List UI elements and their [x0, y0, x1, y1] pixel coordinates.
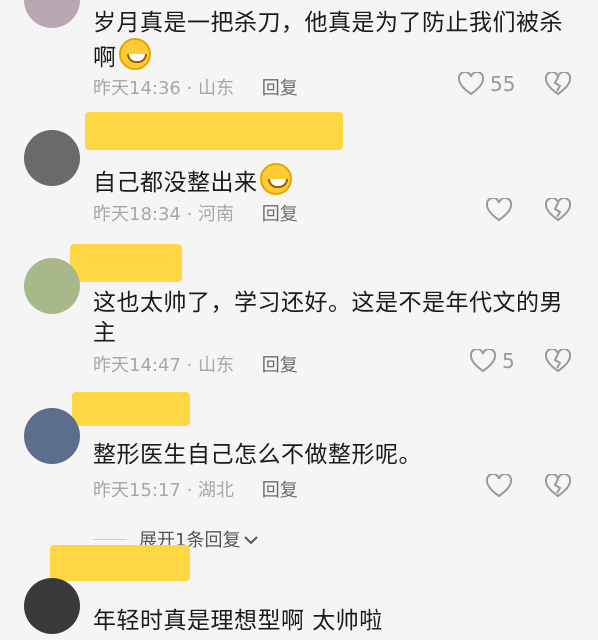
comment-meta: 昨天18:34 · 河南 回复 — [93, 204, 298, 225]
broken-heart-icon — [545, 474, 571, 498]
username-redaction — [70, 244, 182, 282]
dislike-button[interactable] — [545, 474, 571, 498]
comment-time: 昨天14:36 — [93, 78, 181, 99]
heart-outline-icon — [458, 72, 484, 96]
like-button[interactable]: 5 — [470, 349, 515, 373]
comment-text: 整形医生自己怎么不做整形呢。 — [93, 442, 422, 468]
like-button[interactable] — [486, 198, 518, 222]
dislike-button[interactable] — [545, 349, 571, 373]
username-redaction — [85, 112, 343, 150]
reply-button[interactable]: 回复 — [262, 355, 298, 376]
heart-outline-icon — [486, 474, 512, 498]
dislike-button[interactable] — [545, 198, 571, 222]
comment-location: 湖北 — [198, 480, 235, 501]
like-count: 5 — [502, 349, 515, 373]
comment-time: 昨天15:17 — [93, 480, 181, 501]
reply-button[interactable]: 回复 — [262, 78, 298, 99]
broken-heart-icon — [545, 349, 571, 373]
dislike-button[interactable] — [545, 72, 571, 96]
comment-location: 河南 — [198, 204, 235, 225]
broken-heart-icon — [545, 198, 571, 222]
avatar[interactable] — [24, 130, 80, 186]
comment-meta: 昨天14:36 · 山东 回复 — [93, 78, 298, 99]
comment-text: 自己都没整出来 — [93, 163, 573, 198]
heart-outline-icon — [470, 349, 496, 373]
comment-location: 山东 — [198, 78, 235, 99]
like-count: 55 — [490, 72, 516, 96]
comment-meta: 昨天14:47 · 山东 回复 — [93, 355, 298, 376]
broken-heart-icon — [545, 72, 571, 96]
comment-time: 昨天14:47 — [93, 355, 181, 376]
grinning-emoji-icon — [259, 163, 292, 195]
heart-outline-icon — [486, 198, 512, 222]
comment-location: 山东 — [198, 355, 235, 376]
comment-text: 年轻时真是理想型啊 太帅啦 — [93, 608, 383, 634]
avatar[interactable] — [24, 408, 80, 464]
divider — [93, 538, 127, 540]
comment-text: 岁月真是一把杀刀，他真是为了防止我们被杀啊 — [93, 10, 563, 71]
username-redaction — [50, 545, 190, 581]
reply-button[interactable]: 回复 — [262, 204, 298, 225]
comment-time: 昨天18:34 — [93, 204, 181, 225]
avatar[interactable] — [24, 0, 80, 28]
username-redaction — [72, 392, 190, 426]
comment-text: 这也太帅了，学习还好。这是不是年代文的男主 — [93, 290, 563, 346]
avatar[interactable] — [24, 258, 80, 314]
laughing-emoji-icon — [118, 38, 151, 70]
avatar[interactable] — [24, 578, 80, 634]
comment-meta: 昨天15:17 · 湖北 回复 — [93, 480, 298, 501]
chevron-down-icon — [244, 529, 259, 550]
like-button[interactable]: 55 — [458, 72, 515, 96]
like-button[interactable] — [486, 474, 518, 498]
reply-button[interactable]: 回复 — [262, 480, 298, 501]
